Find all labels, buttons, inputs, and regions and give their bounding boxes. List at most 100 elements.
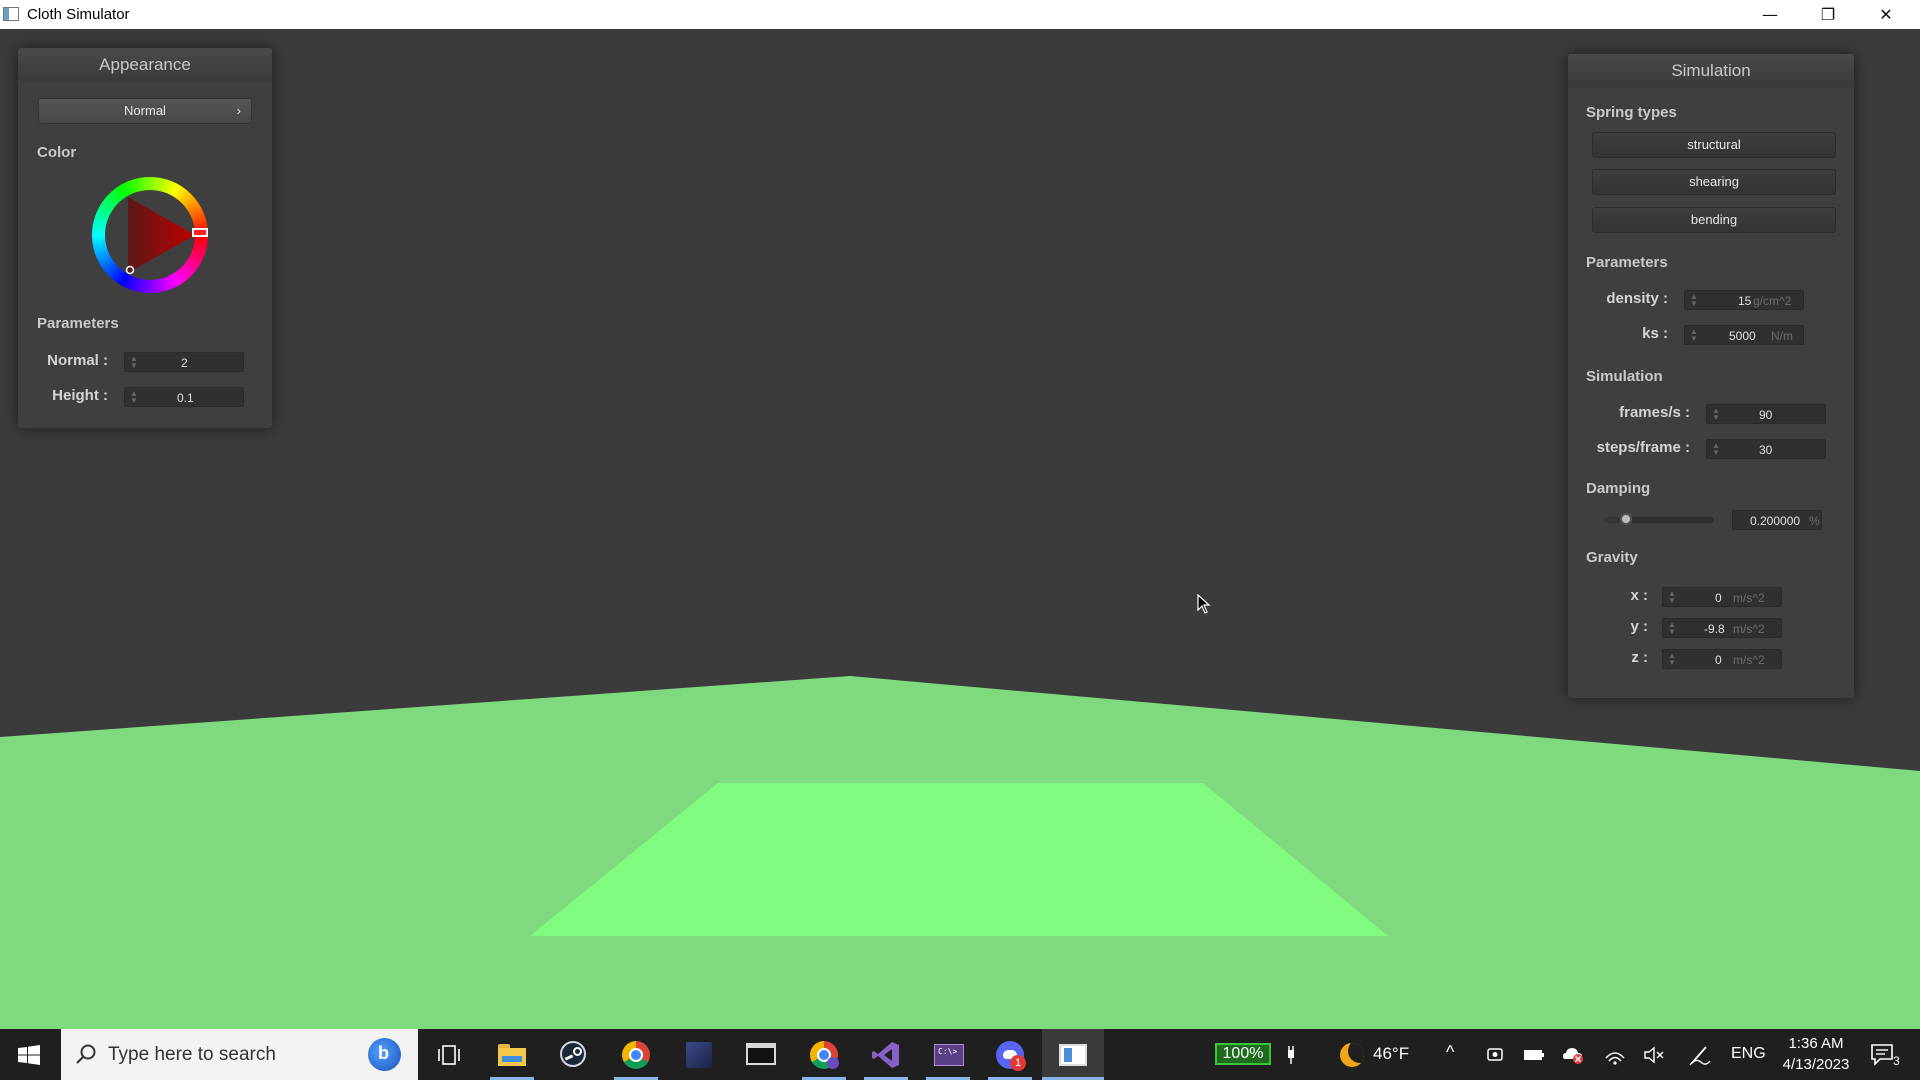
spinner-icon[interactable]: ▲ ▼: [1668, 590, 1676, 605]
fps-input[interactable]: ▲ ▼ 90: [1706, 404, 1826, 424]
normal-input[interactable]: ▲ ▼ 2: [124, 352, 244, 372]
damping-value: 0.200000: [1750, 514, 1801, 528]
file-explorer-icon[interactable]: [498, 1044, 526, 1066]
weather-temperature[interactable]: 46°F: [1373, 1044, 1409, 1064]
battery-percentage[interactable]: 100%: [1215, 1043, 1271, 1065]
appearance-panel: Appearance Normal › Color Parameters Nor…: [18, 48, 272, 428]
density-input[interactable]: ▲ ▼ 15 g/cm^2: [1684, 290, 1804, 310]
height-input[interactable]: ▲ ▼ 0.1: [124, 387, 244, 407]
simulation-section-label: Simulation: [1586, 368, 1663, 385]
sim-parameters-label: Parameters: [1586, 254, 1668, 271]
spinner-icon[interactable]: ▲ ▼: [130, 355, 138, 370]
speaker-muted-icon[interactable]: [1643, 1044, 1665, 1066]
minimize-button[interactable]: —: [1741, 0, 1799, 29]
spinner-icon[interactable]: ▲ ▼: [1712, 407, 1720, 422]
spinner-icon[interactable]: ▲ ▼: [1668, 621, 1676, 636]
onedrive-error-icon[interactable]: [1562, 1045, 1584, 1065]
density-unit: g/cm^2: [1753, 294, 1792, 308]
height-value: 0.1: [177, 391, 194, 405]
clock-date: 4/13/2023: [1782, 1056, 1850, 1073]
weather-moon-icon[interactable]: [1340, 1043, 1364, 1067]
normal-value: 2: [181, 356, 188, 370]
density-value: 15: [1738, 294, 1752, 308]
wifi-icon[interactable]: [1604, 1044, 1626, 1066]
gravity-y-label: y :: [1630, 618, 1648, 635]
damping-input[interactable]: 0.200000 %: [1732, 510, 1822, 530]
search-placeholder: Type here to search: [108, 1044, 276, 1065]
structural-button[interactable]: structural: [1592, 132, 1836, 158]
gravity-x-value: 0: [1715, 591, 1722, 605]
hue-marker[interactable]: [192, 228, 208, 237]
steps-label: steps/frame :: [1596, 439, 1690, 456]
ks-input[interactable]: ▲ ▼ 5000 N/m: [1684, 325, 1804, 345]
developer-prompt-icon[interactable]: C:\>: [934, 1044, 964, 1066]
steps-value: 30: [1759, 443, 1773, 457]
simulation-panel-header[interactable]: Simulation: [1568, 54, 1854, 88]
spinner-icon[interactable]: ▲ ▼: [1668, 652, 1676, 667]
close-button[interactable]: ✕: [1857, 0, 1915, 29]
gravity-z-unit: m/s^2: [1733, 653, 1765, 667]
discord-notification-badge: 1: [1010, 1055, 1026, 1071]
ks-label: ks :: [1642, 325, 1668, 342]
title-bar: Cloth Simulator — ❐ ✕: [0, 0, 1920, 29]
spinner-icon[interactable]: ▲ ▼: [1712, 442, 1720, 457]
steps-input[interactable]: ▲ ▼ 30: [1706, 439, 1826, 459]
meet-now-icon[interactable]: [1486, 1045, 1504, 1065]
chrome-profile-icon[interactable]: [810, 1041, 839, 1069]
battery-icon[interactable]: [1523, 1047, 1545, 1063]
normal-label: Normal :: [47, 352, 108, 369]
density-label: density :: [1606, 290, 1668, 307]
appearance-panel-header[interactable]: Appearance: [18, 48, 272, 82]
app-icon: [3, 7, 19, 21]
clock-time: 1:36 AM: [1788, 1035, 1844, 1052]
cloth-simulator-taskbar-icon: [1059, 1044, 1087, 1066]
taskbar: Type here to search b C:\> 1 100% 46°F ^…: [0, 1029, 1920, 1080]
gravity-y-input[interactable]: ▲ ▼ -9.8 m/s^2: [1662, 618, 1782, 638]
game-app-icon[interactable]: [686, 1042, 712, 1068]
notification-count: 3: [1893, 1054, 1900, 1068]
chrome-icon[interactable]: [622, 1041, 650, 1069]
language-indicator[interactable]: ENG: [1731, 1045, 1766, 1063]
mouse-cursor-icon: [1197, 594, 1211, 614]
spinner-icon[interactable]: ▲ ▼: [130, 390, 138, 405]
spinner-icon[interactable]: ▲ ▼: [1690, 293, 1698, 308]
search-icon: [76, 1044, 96, 1064]
restore-button[interactable]: ❐: [1799, 0, 1857, 29]
gravity-x-input[interactable]: ▲ ▼ 0 m/s^2: [1662, 587, 1782, 607]
gravity-z-input[interactable]: ▲ ▼ 0 m/s^2: [1662, 649, 1782, 669]
damping-slider[interactable]: [1604, 513, 1714, 525]
gravity-x-unit: m/s^2: [1733, 591, 1765, 605]
gravity-label: Gravity: [1586, 549, 1638, 566]
appearance-parameters-label: Parameters: [37, 315, 119, 332]
power-plug-icon: [1288, 1046, 1294, 1064]
fps-value: 90: [1759, 408, 1773, 422]
cloth-simulator-taskbar-button[interactable]: [1042, 1029, 1104, 1080]
color-triangle[interactable]: [92, 177, 208, 293]
terminal-icon[interactable]: [746, 1043, 776, 1065]
damping-label: Damping: [1586, 480, 1651, 497]
ks-unit: N/m: [1771, 329, 1793, 343]
chevron-up-icon[interactable]: ^: [1446, 1042, 1454, 1063]
bending-button[interactable]: bending: [1592, 207, 1836, 233]
task-view-icon[interactable]: [438, 1044, 460, 1066]
windows-start-icon[interactable]: [18, 1045, 40, 1065]
color-section-label: Color: [37, 144, 77, 161]
damping-slider-knob[interactable]: [1620, 513, 1632, 525]
spring-types-label: Spring types: [1586, 104, 1677, 121]
render-mode-value: Normal: [124, 103, 166, 118]
discord-icon[interactable]: 1: [996, 1041, 1026, 1071]
pen-icon[interactable]: [1688, 1043, 1712, 1067]
damping-unit: %: [1809, 514, 1820, 528]
simulation-panel: Simulation Spring types structural shear…: [1568, 54, 1854, 698]
visual-studio-icon[interactable]: [872, 1041, 900, 1069]
chevron-right-icon: ›: [236, 103, 241, 118]
render-mode-dropdown[interactable]: Normal ›: [38, 98, 252, 124]
bing-chat-icon[interactable]: b: [368, 1038, 401, 1071]
ks-value: 5000: [1729, 329, 1756, 343]
color-wheel[interactable]: [92, 177, 208, 293]
search-box[interactable]: Type here to search b: [61, 1029, 418, 1080]
steam-icon[interactable]: [560, 1041, 586, 1067]
shearing-button[interactable]: shearing: [1592, 169, 1836, 195]
clock[interactable]: 1:36 AM 4/13/2023: [1770, 1033, 1862, 1077]
spinner-icon[interactable]: ▲ ▼: [1690, 328, 1698, 343]
